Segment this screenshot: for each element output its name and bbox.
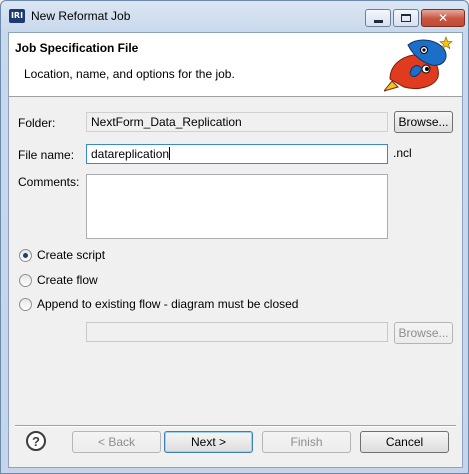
create-script-label: Create script <box>37 248 106 262</box>
create-flow-radio[interactable] <box>19 273 32 287</box>
finish-button[interactable]: Finish <box>262 431 351 453</box>
create-script-radio[interactable] <box>19 248 32 262</box>
comments-textarea[interactable] <box>86 174 388 239</box>
minimize-button[interactable] <box>365 9 391 27</box>
filename-input[interactable]: datareplication <box>86 144 388 164</box>
fish-logo-icon <box>382 33 456 95</box>
page-title: Job Specification File <box>15 41 139 55</box>
next-button[interactable]: Next > <box>164 431 253 453</box>
folder-browse-button[interactable]: Browse... <box>394 111 453 133</box>
page-description: Location, name, and options for the job. <box>24 67 235 81</box>
wizard-header: Job Specification File Location, name, a… <box>9 33 462 97</box>
maximize-icon <box>401 14 411 22</box>
filename-label: File name: <box>18 148 75 162</box>
close-icon: ✕ <box>437 11 449 25</box>
flow-browse-button[interactable]: Browse... <box>394 322 453 344</box>
append-flow-label: Append to existing flow - diagram must b… <box>37 297 299 311</box>
append-flow-option[interactable]: Append to existing flow - diagram must b… <box>19 296 298 312</box>
cancel-button[interactable]: Cancel <box>360 431 449 453</box>
maximize-button[interactable] <box>393 9 419 27</box>
create-flow-label: Create flow <box>37 273 98 287</box>
folder-field[interactable]: NextForm_Data_Replication <box>86 112 388 132</box>
dialog-content: Job Specification File Location, name, a… <box>8 32 463 468</box>
append-flow-radio[interactable] <box>19 297 32 311</box>
minimize-icon <box>373 19 383 23</box>
title-bar[interactable]: IRI New Reformat Job ✕ <box>1 1 468 31</box>
iri-app-icon: IRI <box>9 9 25 23</box>
help-icon[interactable]: ? <box>26 431 46 451</box>
create-flow-option[interactable]: Create flow <box>19 272 98 288</box>
window-title: New Reformat Job <box>31 9 131 23</box>
filename-extension: .ncl <box>393 146 412 160</box>
back-button[interactable]: < Back <box>72 431 161 453</box>
flow-path-field[interactable] <box>86 322 388 342</box>
create-script-option[interactable]: Create script <box>19 247 105 263</box>
text-caret <box>169 147 171 160</box>
footer-separator <box>15 425 456 427</box>
comments-label: Comments: <box>18 175 80 189</box>
dialog-window: IRI New Reformat Job ✕ Job Specification… <box>0 0 469 474</box>
folder-label: Folder: <box>18 116 56 130</box>
filename-value: datareplication <box>91 147 170 161</box>
close-button[interactable]: ✕ <box>421 9 465 27</box>
